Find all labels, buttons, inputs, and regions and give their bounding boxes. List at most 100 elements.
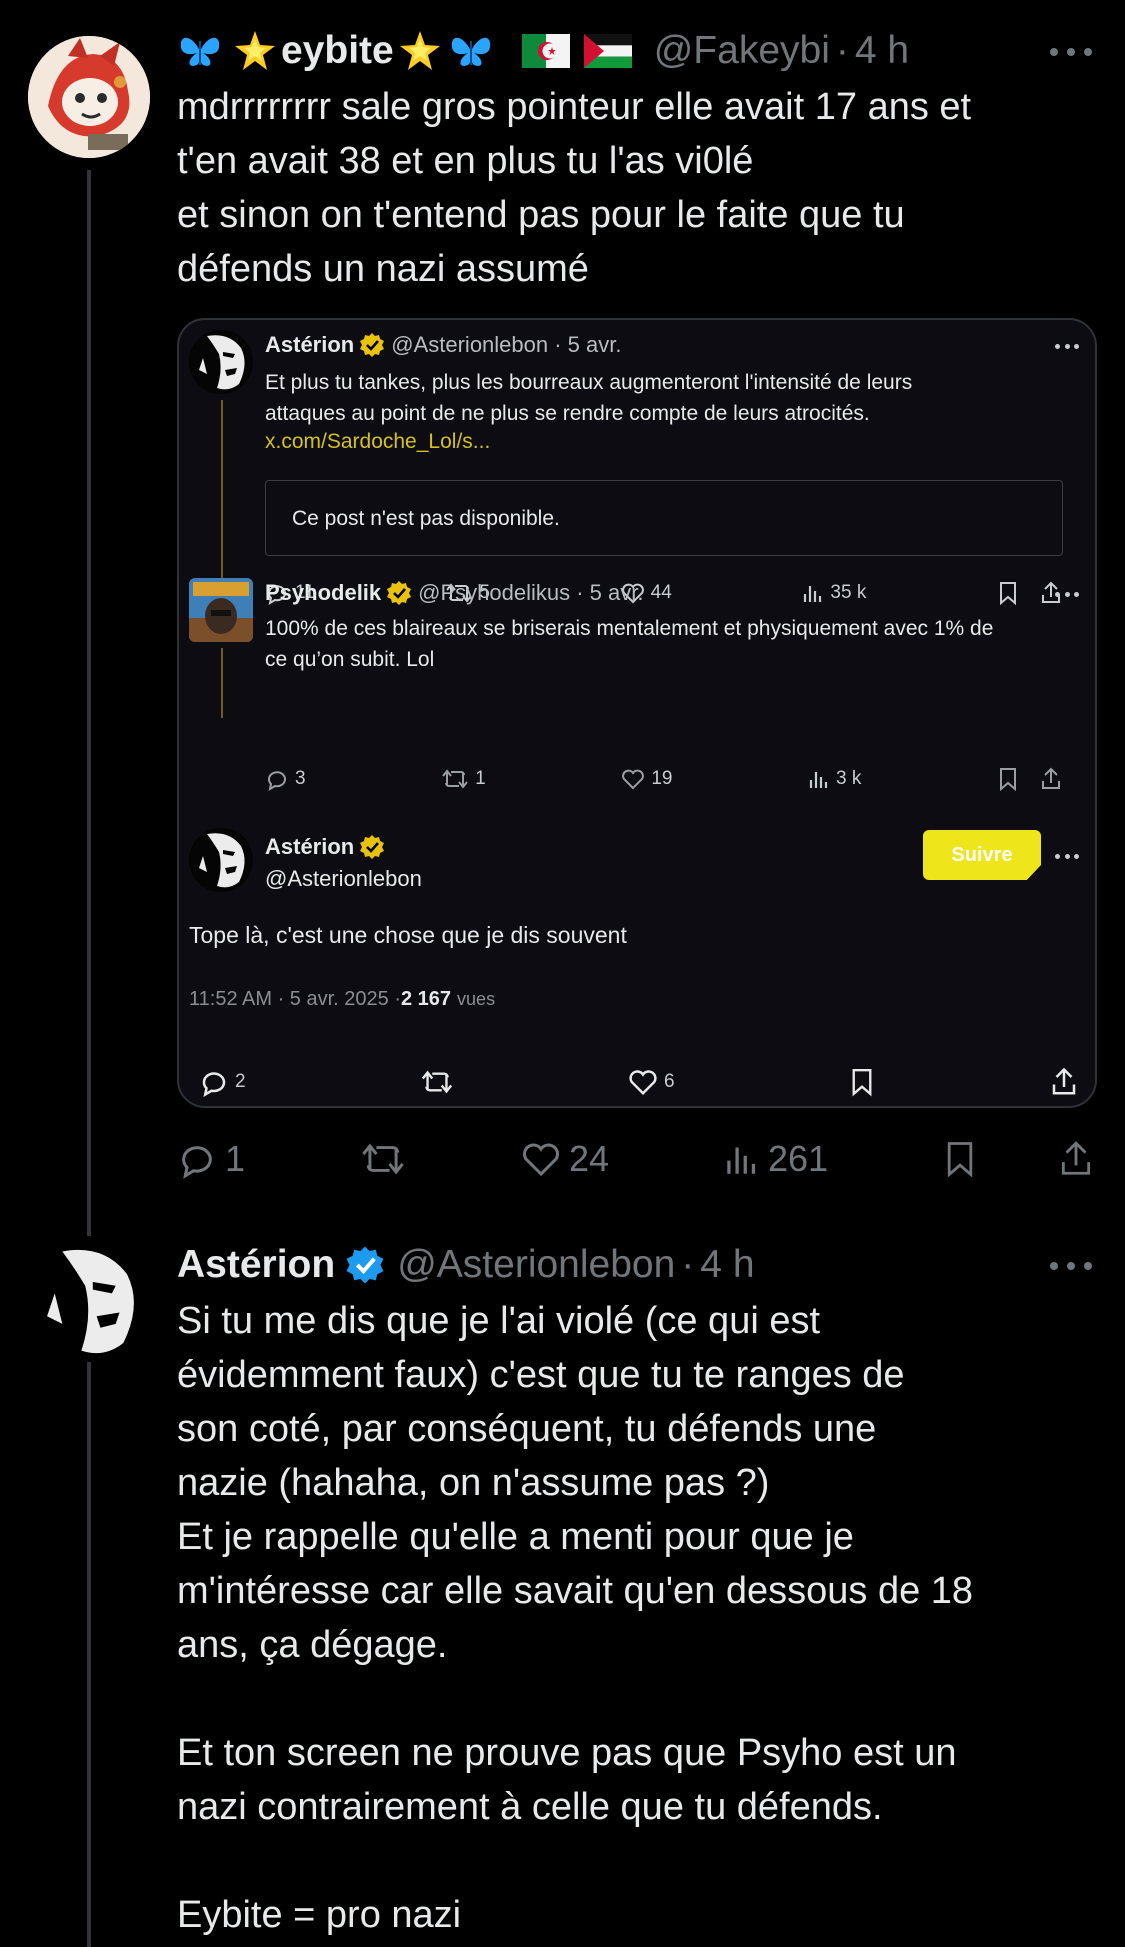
like-count: 24	[568, 1138, 609, 1179]
avatar-asterion[interactable]	[28, 1240, 150, 1362]
more-icon[interactable]	[1050, 47, 1092, 57]
star-icon	[399, 31, 440, 70]
quoted-thread-card[interactable]: Astérion @Asterionlebon · 5 avr. Et plus…	[177, 318, 1097, 1108]
bookmark-icon	[852, 1069, 872, 1097]
reply-count: 3	[295, 768, 306, 789]
reply-count: 1	[225, 1138, 246, 1179]
more-icon[interactable]	[1055, 853, 1079, 859]
reply-button[interactable]: 1	[177, 1138, 245, 1180]
bookmark-share	[943, 1139, 1095, 1179]
timeline: eybite @Fakeybi · 4 h mdrrrrrrrr sale gr…	[0, 0, 1125, 1947]
post-actions: 2 6	[199, 1062, 1079, 1102]
tweet-header: eybite @Fakeybi · 4 h	[177, 25, 909, 77]
avatar-psyhodelik[interactable]	[189, 578, 253, 642]
repost-count: 1	[475, 768, 486, 789]
tweet-actions: 1 24 261	[177, 1134, 1095, 1184]
reply-icon	[202, 1072, 226, 1097]
author-name[interactable]: Psyhodelik	[265, 580, 381, 606]
post-header: Psyhodelik @Psyhodelikus · 5 avr.	[265, 576, 643, 610]
follow-button[interactable]: Suivre	[923, 830, 1041, 880]
timestamp[interactable]: 4 h	[855, 29, 909, 73]
like-button[interactable]: 6	[628, 1068, 675, 1096]
bookmark-icon[interactable]	[943, 1139, 977, 1179]
thread-connector	[221, 648, 223, 718]
author-name[interactable]: Astérion	[265, 834, 354, 860]
views-icon	[809, 772, 828, 788]
author-handle[interactable]: @Fakeybi	[654, 29, 830, 73]
avatar-asterion[interactable]	[189, 828, 253, 892]
post-actions: 3 1 19 3 k	[265, 762, 1063, 796]
separator-dot: ·	[681, 1243, 695, 1286]
repost-button[interactable]	[360, 1141, 406, 1177]
author-handle-date[interactable]: @Psyhodelikus · 5 avr.	[418, 580, 643, 606]
reply-button[interactable]: 3	[265, 767, 306, 791]
more-icon[interactable]	[1055, 343, 1079, 349]
tweet-header: Astérion @Asterionlebon · 4 h	[177, 1239, 755, 1291]
reply-count: 2	[235, 1071, 246, 1092]
views-button[interactable]: 261	[724, 1138, 828, 1180]
star-icon	[235, 31, 275, 70]
share-button[interactable]	[1049, 1067, 1079, 1097]
post-timestamp[interactable]: 11:52 AM · 5 avr. 2025 ·	[189, 988, 401, 1011]
more-icon[interactable]	[1050, 1261, 1092, 1271]
avatar-asterion[interactable]	[189, 330, 253, 394]
share-icon	[1052, 1067, 1076, 1095]
like-button[interactable]: 24	[521, 1138, 609, 1180]
author-handle-date[interactable]: @Asterionlebon · 5 avr.	[391, 332, 621, 358]
reply-button[interactable]: 2	[199, 1067, 246, 1097]
views-count: 35 k	[830, 582, 867, 603]
views-icon	[727, 1147, 756, 1174]
separator-dot: ·	[835, 29, 849, 72]
views-count: 2 167	[400, 987, 452, 1010]
like-icon	[522, 1143, 559, 1177]
post-header: Astérion @Asterionlebon · 5 avr.	[265, 328, 621, 362]
post-link[interactable]: x.com/Sardoche_Lol/s...	[265, 430, 490, 454]
author-handle-text[interactable]: @Asterionlebon	[265, 866, 422, 892]
thread-line	[87, 170, 91, 1236]
post-text: Et plus tu tankes, plus les bourreaux au…	[265, 371, 913, 425]
bookmark-icon[interactable]	[997, 581, 1019, 605]
bookmark-share	[997, 767, 1063, 791]
share-icon[interactable]	[1057, 1140, 1095, 1178]
views-count: 261	[767, 1138, 829, 1179]
thread-line	[87, 1360, 91, 1947]
like-count: 44	[650, 582, 672, 603]
repost-icon	[421, 1070, 452, 1094]
post-text: Tope là, c'est une chose que je dis souv…	[189, 922, 627, 948]
views-button[interactable]: 3 k	[808, 768, 861, 790]
post-text: 100% de ces blaireaux se briserais menta…	[265, 617, 994, 671]
tweet-text: mdrrrrrrrr sale gros pointeur elle avait…	[177, 86, 972, 290]
bookmark-button[interactable]	[849, 1067, 875, 1097]
views-button[interactable]: 35 k	[802, 582, 866, 604]
more-icon[interactable]	[1055, 591, 1079, 597]
bookmark-icon[interactable]	[997, 767, 1019, 791]
flag-algeria-icon	[521, 34, 570, 68]
verified-badge-icon	[360, 835, 385, 859]
like-count: 6	[663, 1071, 675, 1092]
verified-badge-icon	[360, 333, 385, 357]
share-icon[interactable]	[1039, 767, 1063, 791]
timestamp[interactable]: 4 h	[700, 1243, 754, 1287]
verified-badge-icon	[387, 581, 412, 605]
views-label: vues	[457, 988, 496, 1009]
like-button[interactable]: 19	[621, 768, 672, 790]
repost-icon	[362, 1143, 404, 1175]
repost-button[interactable]: 1	[441, 768, 486, 790]
avatar-eybite[interactable]	[28, 36, 150, 158]
views-icon	[804, 586, 822, 602]
repost-icon	[442, 769, 468, 789]
bookmark-share	[997, 581, 1063, 605]
author-name[interactable]: Astérion	[265, 332, 354, 358]
butterfly-icon	[180, 37, 220, 66]
reply-icon	[268, 771, 286, 791]
author-name[interactable]: eybite	[281, 29, 394, 73]
author-handle[interactable]: @Asterionlebon	[397, 1243, 675, 1287]
repost-button[interactable]	[420, 1069, 454, 1095]
post-header: Astérion	[265, 830, 391, 864]
author-name[interactable]: Astérion	[177, 1243, 335, 1287]
flag-palestine-icon	[583, 34, 632, 68]
butterfly-icon	[451, 37, 490, 66]
tweet-text: Si tu me dis que je l'ai violé (ce qui e…	[177, 1300, 974, 1936]
like-icon	[622, 769, 645, 790]
reply-icon	[182, 1146, 212, 1179]
